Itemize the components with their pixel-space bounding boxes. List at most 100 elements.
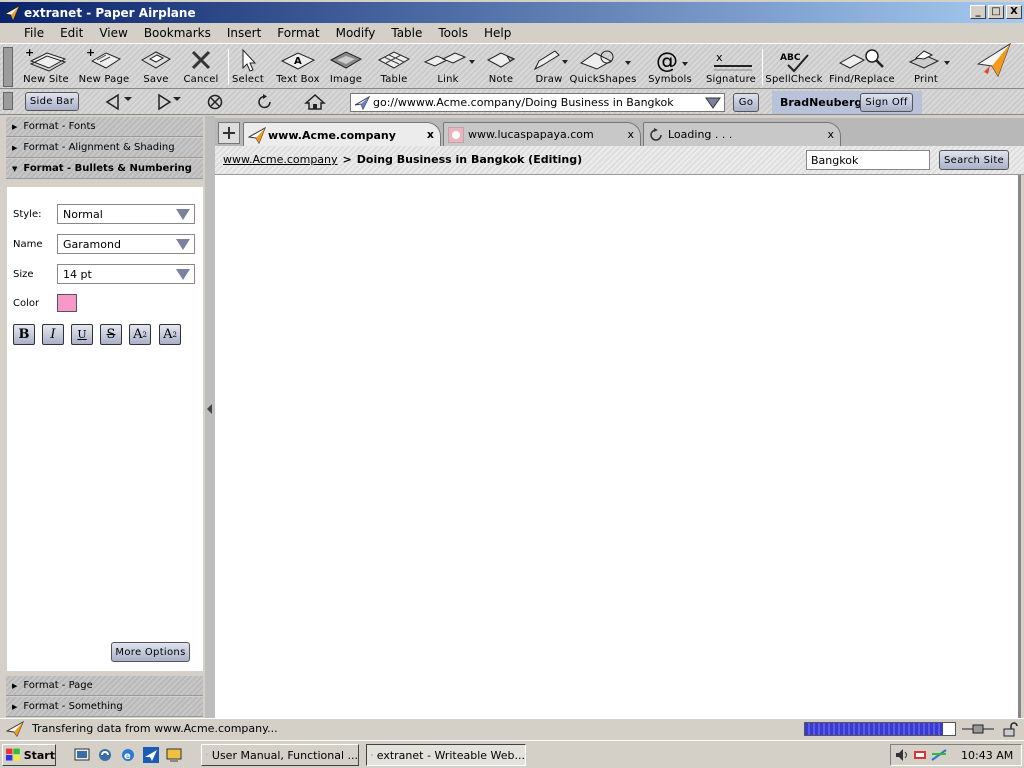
tab-close-icon[interactable]: x [627, 128, 634, 141]
site-search-input[interactable]: Bangkok [806, 150, 930, 170]
app-quicklaunch-icon[interactable] [166, 747, 182, 763]
tab-close-icon[interactable]: x [827, 128, 834, 141]
new-site-button[interactable]: + New Site [16, 46, 76, 85]
task-user-manual[interactable]: User Manual, Functional ... [201, 744, 359, 766]
breadcrumb-current: Doing Business in Bangkok (Editing) [356, 153, 583, 166]
menu-modify[interactable]: Modify [336, 26, 376, 40]
link-button[interactable]: Link [418, 46, 478, 85]
menu-view[interactable]: View [99, 26, 127, 40]
print-label: Print [913, 74, 938, 85]
search-site-button[interactable]: Search Site [939, 150, 1009, 170]
menu-insert[interactable]: Insert [227, 26, 261, 40]
tab-label: www.Acme.company [268, 128, 396, 142]
signature-button[interactable]: x Signature [701, 46, 761, 85]
tab-lucaspapaya[interactable]: www.lucaspapaya.com x [443, 122, 641, 146]
sidebar-section-alignment[interactable]: ▶ Format - Alignment & Shading [6, 138, 203, 158]
font-name-select[interactable]: Garamond [57, 234, 195, 254]
close-window-button[interactable]: X [1006, 5, 1022, 19]
dropdown-arrow-icon [176, 269, 190, 280]
superscript-button[interactable]: A2 [129, 324, 151, 345]
stop-icon[interactable] [205, 93, 225, 111]
tab-close-icon[interactable]: x [427, 128, 434, 141]
address-value: go://wwww.Acme.company/Doing Business in… [373, 96, 674, 109]
forward-arrow-icon[interactable] [155, 93, 185, 111]
paper-airplane-quicklaunch-icon[interactable] [143, 747, 159, 763]
task-extranet[interactable]: extranet - Writeable Web... [366, 744, 526, 766]
sidebar-section-fonts[interactable]: ▶ Format - Fonts [6, 117, 203, 137]
link-chain-icon [423, 52, 475, 67]
superscript-mark: 2 [142, 330, 147, 339]
style-value: Normal [63, 207, 103, 221]
font-name-value: Garamond [63, 237, 121, 251]
italic-button[interactable]: I [42, 324, 64, 345]
navbar-grip[interactable] [3, 92, 13, 110]
sign-off-button[interactable]: Sign Off [860, 93, 913, 112]
title-bar[interactable]: extranet - Paper Airplane _ □ X [0, 2, 1024, 23]
subscript-mark: 2 [172, 330, 177, 339]
menu-table[interactable]: Table [391, 26, 422, 40]
address-dropdown-icon[interactable] [705, 97, 721, 109]
toolbar-separator [762, 49, 763, 85]
quickshapes-button[interactable]: QuickShapes [570, 46, 636, 85]
toolbar-grip[interactable] [3, 47, 13, 87]
svg-text:A: A [294, 56, 302, 67]
go-button[interactable]: Go [733, 93, 759, 112]
network-tray-icon[interactable] [913, 748, 927, 762]
menu-bookmarks[interactable]: Bookmarks [144, 26, 211, 40]
connection-plug-icon [962, 724, 994, 734]
table-button[interactable]: Table [364, 46, 424, 85]
spellcheck-button[interactable]: ABC SpellCheck [764, 46, 824, 85]
new-tab-button[interactable] [218, 122, 240, 144]
dropdown-arrow-icon [176, 239, 190, 250]
print-button[interactable]: Print [896, 46, 956, 85]
address-bar[interactable]: go://wwww.Acme.company/Doing Business in… [350, 93, 725, 112]
start-button[interactable]: Start [2, 744, 56, 766]
svg-text:+: + [86, 47, 95, 59]
sidebar-section-bullets[interactable]: ▼ Format - Bullets & Numbering [6, 159, 203, 179]
desktop-quicklaunch-icon[interactable] [74, 747, 90, 763]
subscript-button[interactable]: A2 [159, 324, 181, 345]
menu-tools[interactable]: Tools [438, 26, 468, 40]
outlook-quicklaunch-icon[interactable] [97, 747, 113, 763]
find-replace-button[interactable]: Find/Replace [829, 46, 895, 85]
new-page-button[interactable]: + New Page [74, 46, 134, 85]
tab-acme[interactable]: www.Acme.company x [243, 122, 441, 147]
underline-button[interactable]: U [71, 324, 93, 345]
breadcrumb-link[interactable]: www.Acme.company [223, 153, 338, 166]
reload-icon[interactable] [255, 93, 275, 111]
sidebar-section-something[interactable]: ▶ Format - Something [6, 697, 203, 717]
task-label: User Manual, Functional ... [211, 748, 358, 762]
minimize-button[interactable]: _ [970, 5, 986, 19]
tab-loading[interactable]: Loading . . . x [643, 122, 841, 146]
sidebar-section-page[interactable]: ▶ Format - Page [6, 676, 203, 696]
symbols-button[interactable]: @ Symbols [640, 46, 700, 85]
font-name-label: Name [13, 238, 43, 250]
svg-text:@: @ [656, 49, 678, 73]
maximize-button[interactable]: □ [988, 5, 1004, 19]
more-options-button[interactable]: More Options [111, 642, 190, 662]
menu-format[interactable]: Format [277, 26, 319, 40]
home-icon[interactable] [304, 93, 326, 111]
side-bar-toggle-button[interactable]: Side Bar [25, 92, 79, 111]
style-select[interactable]: Normal [57, 204, 195, 224]
menu-help[interactable]: Help [484, 26, 511, 40]
page-editor-canvas[interactable] [215, 175, 1021, 718]
menu-edit[interactable]: Edit [60, 26, 83, 40]
tab-label: Loading . . . [668, 128, 733, 141]
save-label: Save [143, 74, 169, 85]
sidebar-splitter[interactable] [205, 116, 215, 718]
font-size-select[interactable]: 14 pt [57, 264, 195, 284]
start-label: Start [23, 748, 55, 762]
strikethrough-button[interactable]: S [100, 324, 122, 345]
find-replace-label: Find/Replace [829, 74, 895, 85]
messenger-tray-icon[interactable] [931, 748, 947, 762]
printer-icon [908, 50, 950, 69]
volume-speaker-icon[interactable] [895, 748, 909, 762]
color-swatch[interactable] [57, 294, 77, 312]
internet-explorer-icon[interactable]: e [120, 747, 136, 763]
bold-button[interactable]: B [13, 324, 35, 345]
menu-file[interactable]: File [24, 26, 44, 40]
svg-text:x: x [716, 51, 723, 64]
sidebar: ▶ Format - Fonts ▶ Format - Alignment & Sh… [0, 116, 205, 718]
back-arrow-icon[interactable] [104, 93, 134, 111]
